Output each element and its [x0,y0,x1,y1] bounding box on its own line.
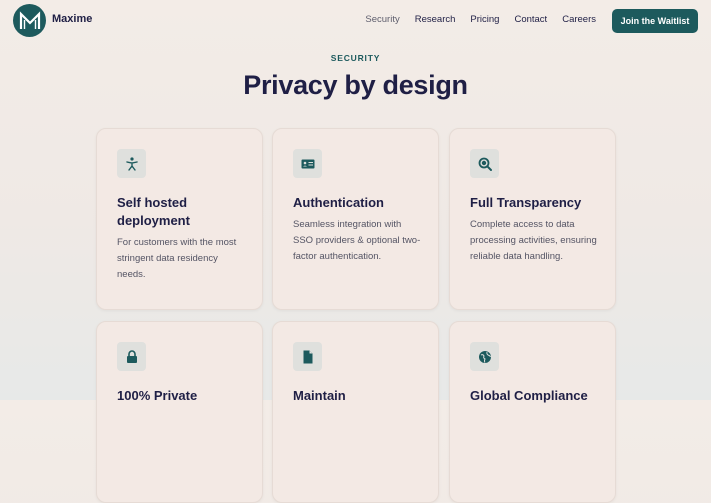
card-title: Self hosted deployment [117,195,190,228]
feature-card: Maintain [272,321,439,503]
nav-link-pricing[interactable]: Pricing [470,14,499,25]
globe-icon [470,342,499,371]
nav-menu: Security Research Pricing Contact Career… [365,14,596,25]
magnifier-icon [470,149,499,178]
m-logo-icon [19,10,40,29]
lock-icon [117,342,146,371]
section-title: Privacy by design [243,70,468,100]
brand-name[interactable]: Maxime [52,13,92,25]
brand-logo[interactable] [13,4,46,37]
nav-link-research[interactable]: Research [415,14,456,25]
section-eyebrow: SECURITY [330,53,381,63]
top-navbar: Maxime Security Research Pricing Contact… [0,0,711,42]
document-icon [293,342,322,371]
feature-card: 100% Private [96,321,263,503]
nav-link-careers[interactable]: Careers [562,14,596,25]
person-icon [117,149,146,178]
card-description: Complete access to data processing activ… [470,219,597,262]
join-waitlist-button[interactable]: Join the Waitlist [612,9,698,33]
card-title: 100% Private [117,388,198,403]
id-card-icon [293,149,322,178]
feature-card: Authentication Seamless integration with… [272,128,439,310]
feature-card: Self hosted deployment For customers wit… [96,128,263,310]
card-title: Full Transparency [470,195,582,210]
card-description: Seamless integration with SSO providers … [293,219,421,262]
nav-link-contact[interactable]: Contact [514,14,547,25]
card-title: Authentication [293,195,384,210]
card-title: Maintain [293,388,346,403]
card-title: Global Compliance [470,388,588,403]
feature-card: Full Transparency Complete access to dat… [449,128,616,310]
card-description: For customers with the most stringent da… [117,237,237,280]
nav-link-security[interactable]: Security [365,14,399,25]
feature-card: Global Compliance [449,321,616,503]
